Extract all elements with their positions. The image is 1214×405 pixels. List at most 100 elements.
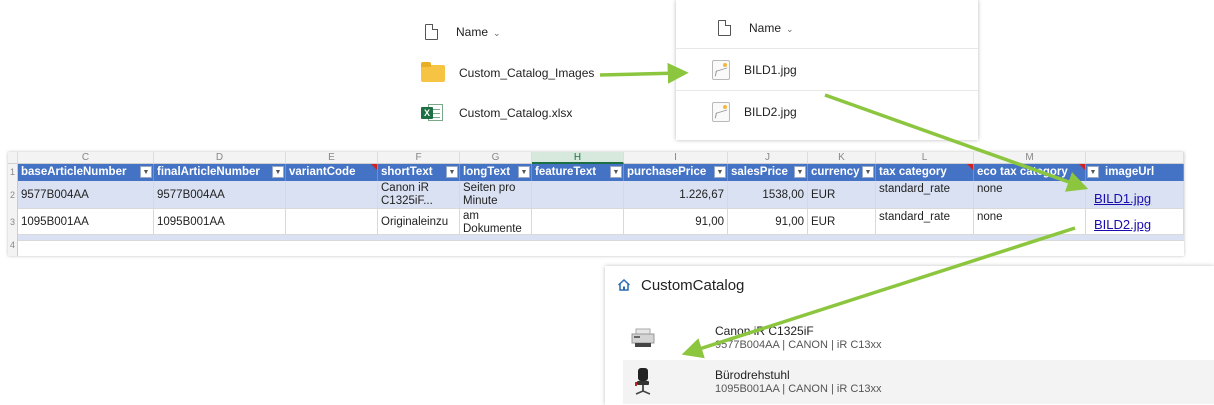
chevron-down-icon: ⌄: [786, 24, 794, 34]
catalog-item-name: Bürodrehstuhl: [715, 368, 790, 382]
table-cell[interactable]: Seiten pro Minute: [460, 181, 532, 209]
filter-dropdown-icon[interactable]: ▼: [446, 166, 458, 178]
table-header-cell[interactable]: ▼ imageUrl: [1086, 164, 1184, 181]
file-icon: [718, 20, 731, 36]
select-all-corner[interactable]: [8, 152, 18, 164]
file-explorer-source: Name ⌄ Custom_Catalog_Images X Custom_Cat…: [405, 0, 675, 135]
name-column-header[interactable]: Name ⌄: [718, 18, 794, 38]
name-header-label: Name: [749, 21, 782, 35]
column-header-f[interactable]: F: [378, 152, 460, 164]
filter-dropdown-icon[interactable]: ▼: [794, 166, 806, 178]
column-header-m[interactable]: M: [974, 152, 1086, 164]
comment-indicator-icon: [1079, 164, 1085, 170]
table-cell[interactable]: none: [974, 209, 1086, 235]
table-cell[interactable]: 1538,00: [728, 181, 808, 209]
table-cell[interactable]: am Dokumente: [460, 209, 532, 235]
table-header-cell[interactable]: tax category: [876, 164, 974, 181]
name-column-header[interactable]: Name ⌄: [425, 22, 501, 42]
filter-dropdown-icon[interactable]: ▼: [272, 166, 284, 178]
table-header-cell[interactable]: variantCode: [286, 164, 378, 181]
table-header-cell[interactable]: eco tax category: [974, 164, 1086, 181]
image-file-icon: [712, 101, 730, 122]
image-url-link[interactable]: BILD1.jpg: [1086, 181, 1184, 209]
column-header-l[interactable]: L: [876, 152, 974, 164]
table-header-cell[interactable]: currency ▼: [808, 164, 876, 181]
table-header-cell[interactable]: featureText ▼: [532, 164, 624, 181]
table-cell[interactable]: [532, 209, 624, 235]
table-cell[interactable]: 91,00: [728, 209, 808, 235]
file-name: BILD1.jpg: [744, 62, 797, 77]
row-header-1[interactable]: 1: [8, 164, 18, 181]
filter-dropdown-icon[interactable]: ▼: [518, 166, 530, 178]
table-cell[interactable]: [286, 209, 378, 235]
home-icon[interactable]: [617, 278, 631, 292]
file-row-bild2[interactable]: BILD2.jpg: [676, 90, 978, 132]
file-name: Custom_Catalog.xlsx: [459, 106, 573, 120]
column-header-g[interactable]: G: [460, 152, 532, 164]
table-total-row: [18, 235, 1184, 241]
table-cell[interactable]: EUR: [808, 209, 876, 235]
row-header-3[interactable]: 3: [8, 209, 18, 235]
table-cell[interactable]: 9577B004AA: [154, 181, 286, 209]
column-header-c[interactable]: C: [18, 152, 154, 164]
column-header-n[interactable]: [1086, 152, 1184, 164]
folder-name: Custom_Catalog_Images: [459, 66, 595, 80]
table-cell[interactable]: Originaleinzu: [378, 209, 460, 235]
table-header-cell[interactable]: baseArticleNumber ▼: [18, 164, 154, 181]
filter-dropdown-icon[interactable]: ▼: [862, 166, 874, 178]
table-cell[interactable]: none: [974, 181, 1086, 209]
catalog-item-canon[interactable]: Canon iR C1325iF 9577B004AA | CANON | iR…: [623, 316, 1214, 360]
table-header-cell[interactable]: shortText ▼: [378, 164, 460, 181]
table-cell[interactable]: standard_rate: [876, 181, 974, 209]
excel-spreadsheet: C D E F G H I J K L M 1 2 3 4 baseArticl…: [8, 152, 1184, 256]
comment-indicator-icon: [371, 164, 377, 170]
table-cell[interactable]: Canon iR C1325iF...: [378, 181, 460, 209]
column-header-k[interactable]: K: [808, 152, 876, 164]
image-url-link[interactable]: BILD2.jpg: [1086, 209, 1184, 235]
file-name: BILD2.jpg: [744, 104, 797, 119]
folder-icon: [421, 61, 445, 82]
column-header-e[interactable]: E: [286, 152, 378, 164]
column-header-d[interactable]: D: [154, 152, 286, 164]
custom-catalog-panel: CustomCatalog Canon iR C1325iF 9577B004A…: [605, 266, 1214, 405]
table-header-cell[interactable]: longText ▼: [460, 164, 532, 181]
catalog-title-text: CustomCatalog: [641, 276, 745, 294]
filter-dropdown-icon[interactable]: ▼: [714, 166, 726, 178]
column-header-h[interactable]: H: [532, 152, 624, 164]
table-cell[interactable]: [286, 181, 378, 209]
catalog-item-name: Canon iR C1325iF: [715, 324, 814, 338]
catalog-item-chair[interactable]: Bürodrehstuhl 1095B001AA | CANON | iR C1…: [623, 360, 1214, 404]
filter-dropdown-icon[interactable]: ▼: [1087, 166, 1099, 178]
column-header-i[interactable]: I: [624, 152, 728, 164]
table-header-cell[interactable]: purchasePrice ▼: [624, 164, 728, 181]
table-cell[interactable]: 1.226,67: [624, 181, 728, 209]
row-header-4[interactable]: 4: [8, 235, 18, 256]
table-cell[interactable]: [532, 181, 624, 209]
catalog-item-subtitle: 1095B001AA | CANON | iR C13xx: [715, 383, 882, 395]
office-chair-icon: [623, 362, 663, 402]
file-row-custom-catalog-xlsx[interactable]: X Custom_Catalog.xlsx: [421, 102, 572, 124]
column-header-j[interactable]: J: [728, 152, 808, 164]
table-cell[interactable]: 1095B001AA: [154, 209, 286, 235]
file-row-bild1[interactable]: BILD1.jpg: [676, 48, 978, 90]
file-explorer-images: Name ⌄ BILD1.jpg BILD2.jpg: [676, 0, 978, 140]
image-file-icon: [712, 59, 730, 80]
table-cell[interactable]: 91,00: [624, 209, 728, 235]
table-cell[interactable]: standard_rate: [876, 209, 974, 235]
catalog-item-subtitle: 9577B004AA | CANON | iR C13xx: [715, 339, 882, 351]
comment-indicator-icon: [967, 164, 973, 170]
table-cell[interactable]: 1095B001AA: [18, 209, 154, 235]
row-header-2[interactable]: 2: [8, 181, 18, 209]
printer-icon: [623, 318, 663, 358]
table-cell[interactable]: 9577B004AA: [18, 181, 154, 209]
table-cell[interactable]: EUR: [808, 181, 876, 209]
filter-dropdown-icon[interactable]: ▼: [140, 166, 152, 178]
folder-row-custom-catalog-images[interactable]: Custom_Catalog_Images: [421, 61, 595, 84]
file-icon: [425, 24, 438, 40]
excel-file-icon: X: [421, 103, 443, 123]
name-header-label: Name: [456, 25, 489, 39]
table-header-cell[interactable]: finalArticleNumber ▼: [154, 164, 286, 181]
filter-dropdown-icon[interactable]: ▼: [610, 166, 622, 178]
catalog-title: CustomCatalog: [617, 274, 744, 296]
table-header-cell[interactable]: salesPrice ▼: [728, 164, 808, 181]
